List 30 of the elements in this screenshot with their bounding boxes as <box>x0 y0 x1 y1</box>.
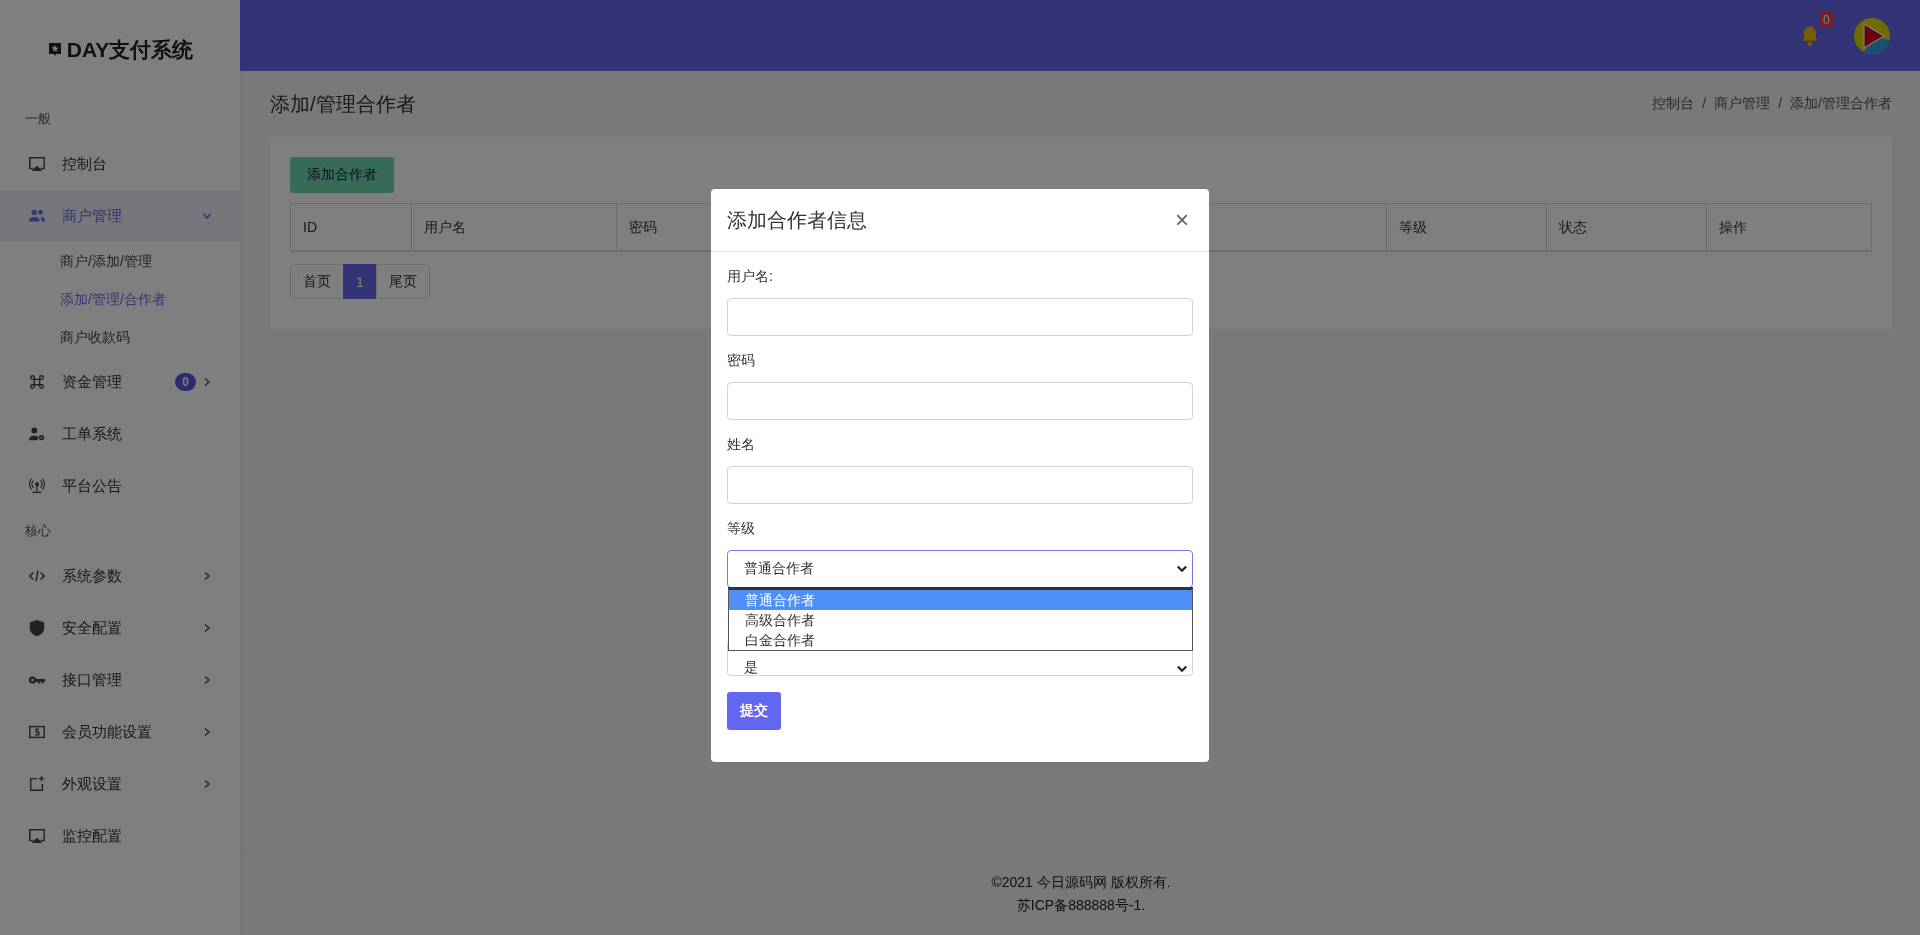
column-header: 操作 <box>1706 204 1871 250</box>
field-label: 等级 <box>727 520 756 538</box>
nav-label: 商户管理 <box>62 206 123 226</box>
nav-label: 工单系统 <box>62 424 123 444</box>
field-label: 密码 <box>727 352 756 370</box>
column-header: 用户名 <box>411 204 616 250</box>
nav-label: 会员功能设置 <box>62 722 153 742</box>
notification-badge: 0 <box>1819 11 1834 28</box>
nav-label: 控制台 <box>62 154 108 174</box>
nav-label: 接口管理 <box>62 670 123 690</box>
nav-label: 系统参数 <box>62 566 123 586</box>
nav-label: 平台公告 <box>62 476 123 496</box>
count-badge: 0 <box>175 373 196 391</box>
breadcrumb-separator: / <box>1778 95 1783 113</box>
nav-label: 监控配置 <box>62 826 123 846</box>
nav-label: 资金管理 <box>62 372 123 392</box>
column-header: 等级 <box>1386 204 1546 250</box>
nav-section-heading: 核心 <box>24 522 52 540</box>
footer-text: 苏ICP备888888号-1. <box>1016 897 1146 915</box>
logo-text: DAY支付系统 <box>66 37 194 63</box>
breadcrumb-separator: / <box>1702 95 1707 113</box>
nav-label: 安全配置 <box>62 618 123 638</box>
footer-text: ©2021 今日源码网 版权所有. <box>991 874 1171 892</box>
column-header: 状态 <box>1546 204 1706 250</box>
column-header: ID <box>302 218 318 237</box>
field-label: 姓名 <box>727 436 756 454</box>
page-title: 添加/管理合作者 <box>270 91 416 117</box>
nav-label: 外观设置 <box>62 774 123 794</box>
dialog-title: 添加合作者信息 <box>727 207 867 233</box>
field-label: 用户名: <box>727 268 774 286</box>
